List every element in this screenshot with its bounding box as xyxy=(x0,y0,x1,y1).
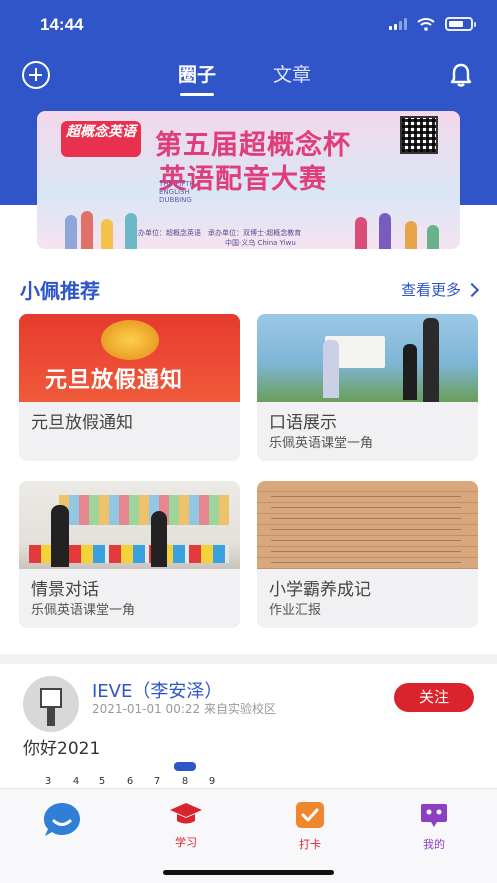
tab-label: 打卡 xyxy=(299,838,321,851)
chevron-right-icon xyxy=(464,282,480,297)
tab-label: 学习 xyxy=(175,836,197,849)
banner-location: 中国·义乌 China Yiwu xyxy=(225,239,296,247)
tab-mine[interactable]: 我的 xyxy=(399,801,469,852)
banner-organizer: 主办单位：超概念英语 承办单位：双博士·超概念教育 xyxy=(131,229,302,237)
add-post-icon[interactable] xyxy=(22,61,50,89)
cartoon-kid xyxy=(427,225,439,249)
card-image: 元旦放假通知 xyxy=(19,314,240,402)
recommend-card[interactable]: 情景对话 乐佩英语课堂一角 xyxy=(19,481,240,628)
bottom-tab-bar: 学习 打卡 我的 xyxy=(0,788,497,883)
avatar-figure xyxy=(40,688,62,708)
calendar-day: 6 xyxy=(126,776,134,787)
calendar-day: 5 xyxy=(98,776,106,787)
graduation-cap-icon xyxy=(170,803,202,824)
battery-icon xyxy=(445,17,476,31)
banner-logo: 超概念英语 xyxy=(61,121,141,157)
calendar-day: 9 xyxy=(208,776,216,787)
card-image-text: 元旦放假通知 xyxy=(45,368,184,393)
cartoon-kid xyxy=(405,221,417,249)
follow-button[interactable]: 关注 xyxy=(394,683,474,712)
cartoon-kid xyxy=(355,217,367,249)
card-title: 情景对话 xyxy=(31,580,99,600)
card-title: 口语展示 xyxy=(269,413,337,433)
top-nav: 圈子 文章 xyxy=(0,50,497,100)
avatar-figure xyxy=(47,708,55,726)
tab-checkin[interactable]: 打卡 xyxy=(275,801,345,852)
see-more-label: 查看更多 xyxy=(400,281,461,299)
card-image xyxy=(257,481,478,569)
status-bar: 14:44 xyxy=(0,0,497,50)
cartoon-kid xyxy=(379,213,391,249)
card-subtitle: 乐佩英语课堂一角 xyxy=(269,436,374,451)
see-more-link[interactable]: 查看更多 xyxy=(400,279,480,300)
cartoon-kid xyxy=(81,211,93,249)
section-title: 小佩推荐 xyxy=(20,279,100,303)
cellular-signal-icon xyxy=(389,18,407,30)
tab-label: 我的 xyxy=(423,838,445,851)
lantern-decoration xyxy=(101,320,159,360)
card-title: 元旦放假通知 xyxy=(31,413,133,433)
cartoon-kid xyxy=(101,219,113,249)
card-title: 小学霸养成记 xyxy=(269,580,371,600)
calendar-day: 8 xyxy=(181,776,189,787)
calendar-selected-marker xyxy=(174,762,196,771)
tab-study[interactable]: 学习 xyxy=(151,801,221,850)
home-indicator xyxy=(163,870,334,875)
calendar-day: 3 xyxy=(44,776,52,787)
person xyxy=(403,344,417,400)
card-image xyxy=(257,314,478,402)
profile-icon xyxy=(421,804,447,827)
tab-home[interactable] xyxy=(27,801,97,843)
calendar-day: 7 xyxy=(153,776,161,787)
cartoon-kid xyxy=(65,215,77,249)
card-subtitle: 作业汇报 xyxy=(269,603,322,618)
person xyxy=(323,340,339,398)
card-subtitle: 乐佩英语课堂一角 xyxy=(31,603,136,618)
tab-circle[interactable]: 圈子 xyxy=(178,60,216,96)
tab-articles[interactable]: 文章 xyxy=(273,60,311,87)
card-image xyxy=(19,481,240,569)
recommend-card[interactable]: 元旦放假通知 元旦放假通知 xyxy=(19,314,240,461)
recommend-card[interactable]: 小学霸养成记 作业汇报 xyxy=(257,481,478,628)
person xyxy=(151,511,167,567)
handwriting xyxy=(271,489,461,563)
chat-bubble-icon xyxy=(44,803,80,836)
person xyxy=(423,318,439,402)
avatar[interactable] xyxy=(23,676,79,732)
wall-mural xyxy=(59,495,229,525)
bell-icon[interactable] xyxy=(449,62,473,88)
status-icons xyxy=(389,17,476,31)
status-time: 14:44 xyxy=(40,15,84,34)
post-meta: 2021-01-01 00:22 来自实验校区 xyxy=(92,702,276,716)
banner-subtitle: THE FIFTH ENGLISH DUBBING xyxy=(159,180,195,204)
qr-code xyxy=(400,116,438,154)
contest-banner[interactable]: 超概念英语 第五届超概念杯 英语配音大赛 THE FIFTH ENGLISH D… xyxy=(37,111,460,249)
section-divider xyxy=(0,654,497,664)
cartoon-kid xyxy=(125,213,137,249)
checkin-icon xyxy=(296,802,324,828)
person xyxy=(51,505,69,567)
post-text: 你好2021 xyxy=(23,739,101,759)
calendar-day: 4 xyxy=(72,776,80,787)
wifi-icon xyxy=(417,18,435,31)
recommend-card[interactable]: 口语展示 乐佩英语课堂一角 xyxy=(257,314,478,461)
